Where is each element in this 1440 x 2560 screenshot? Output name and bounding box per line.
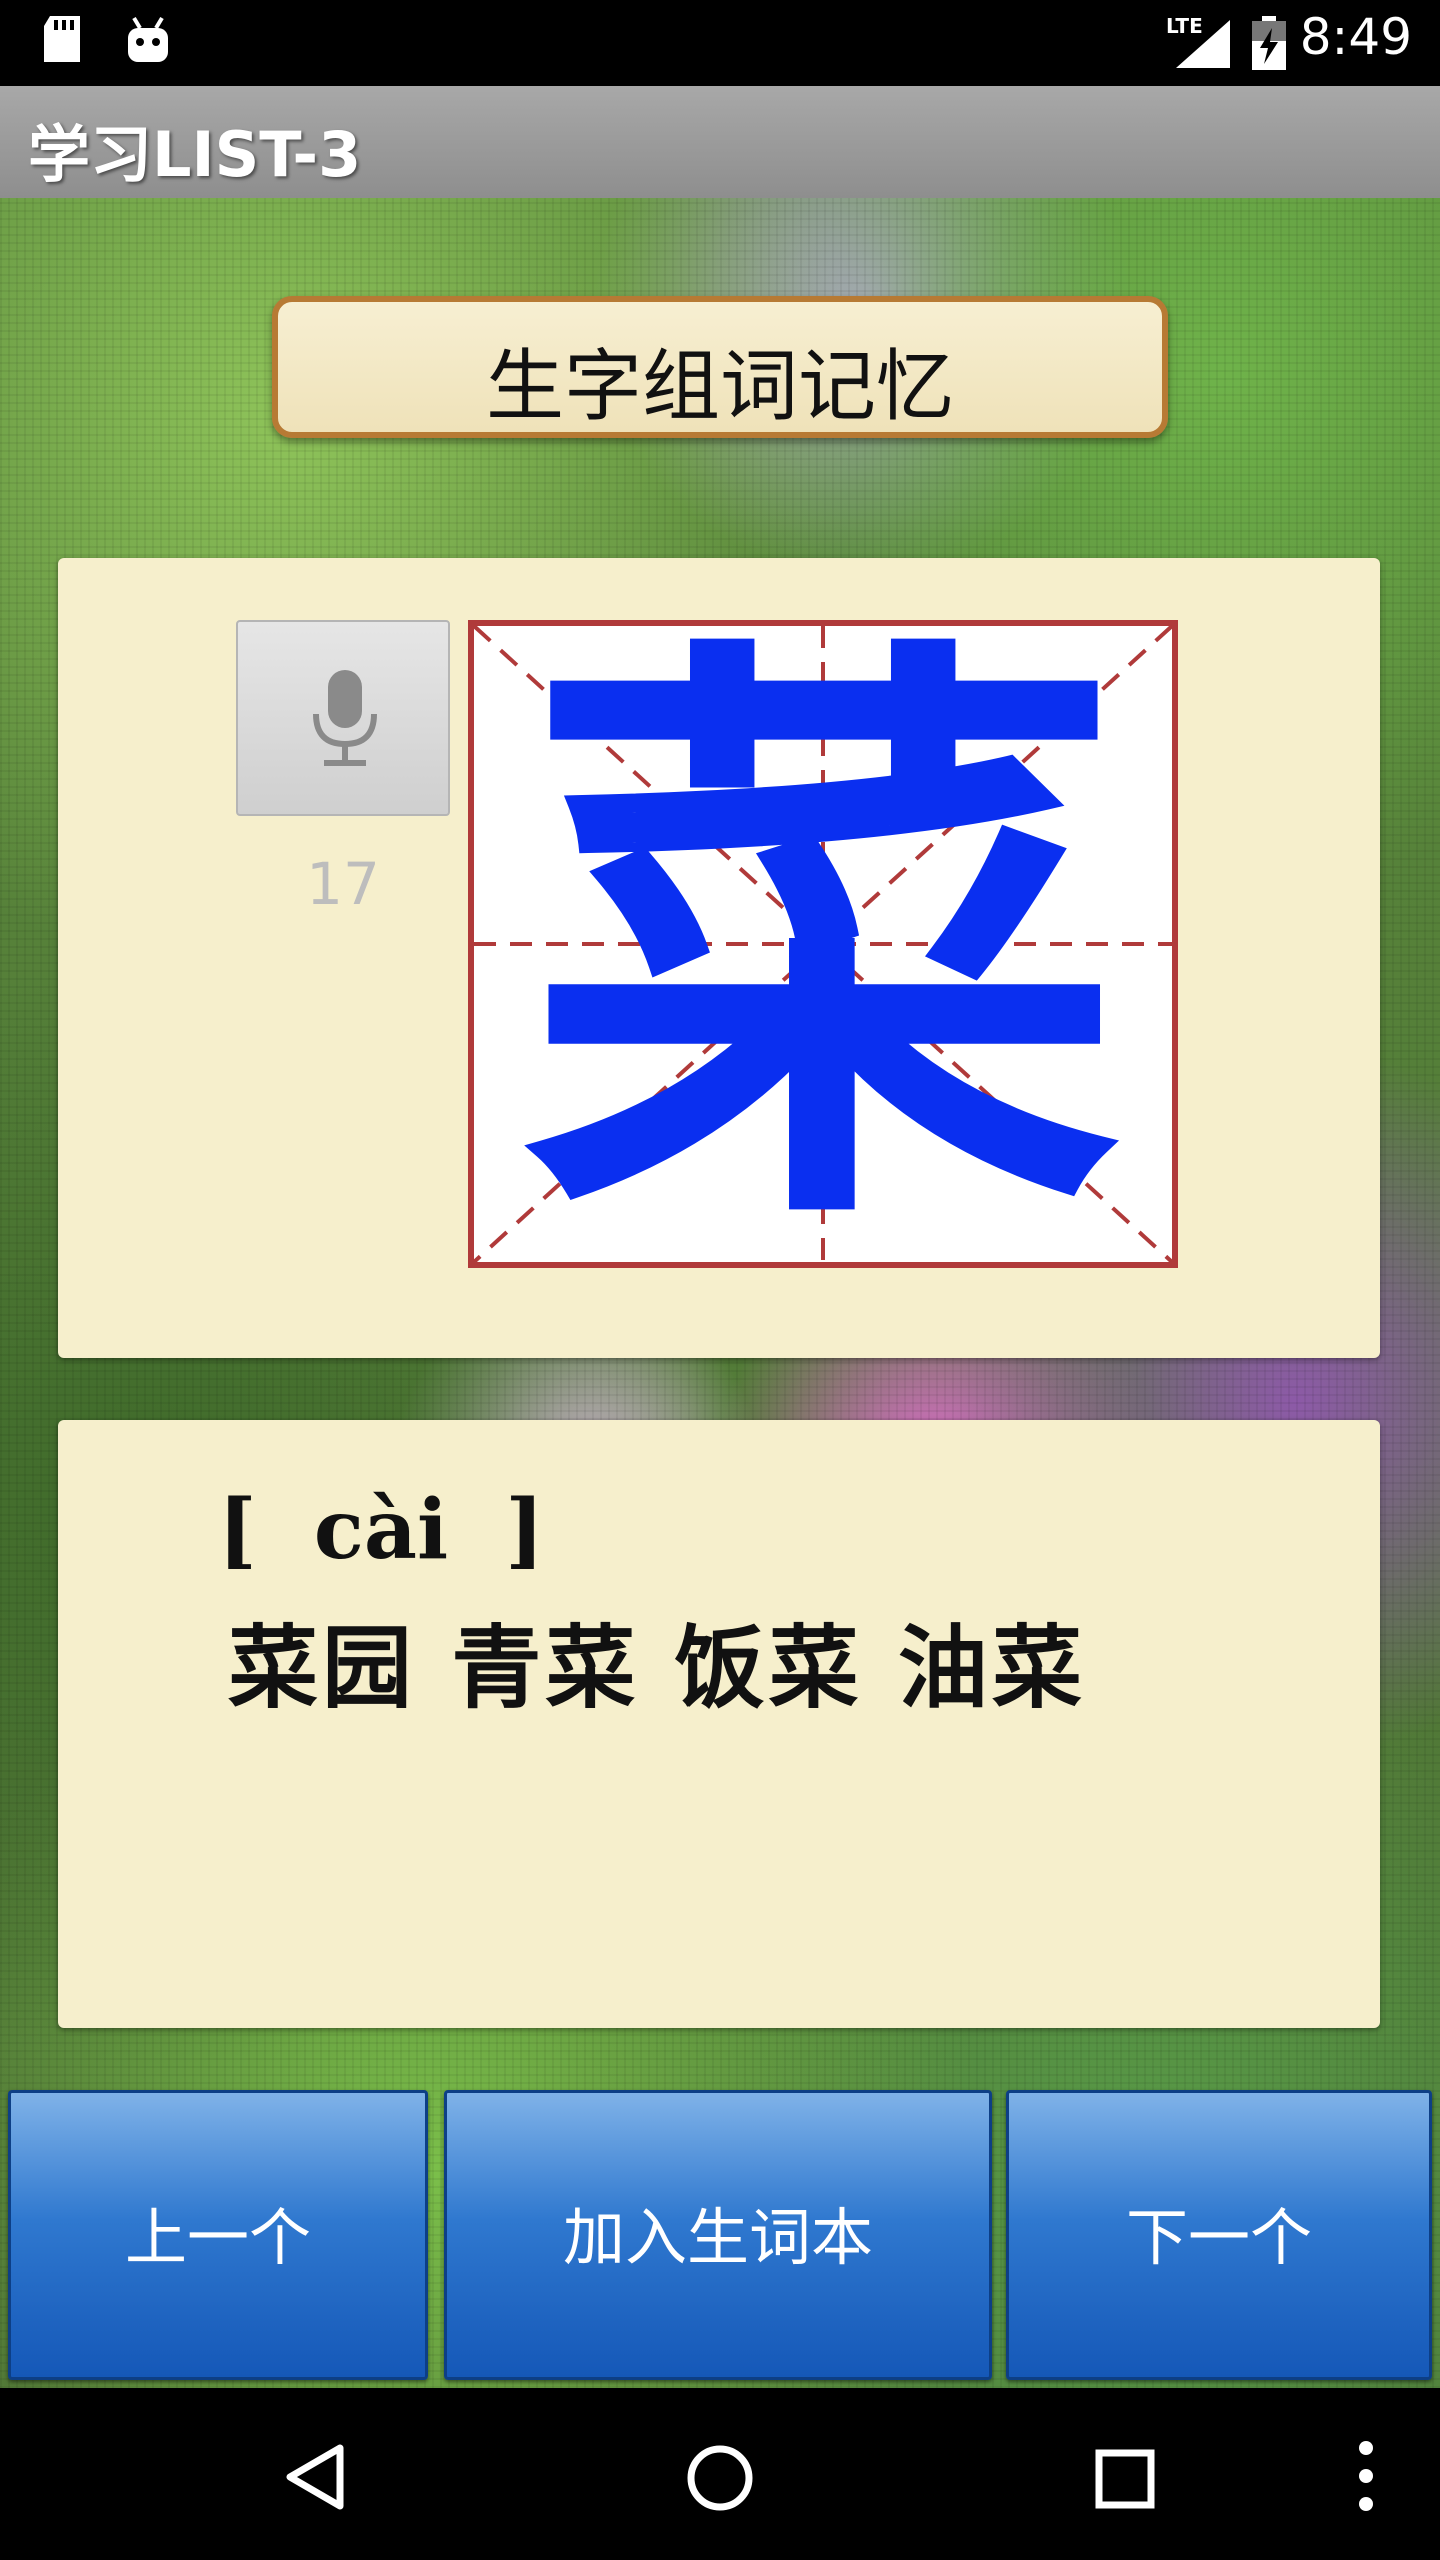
navigation-bar — [0, 2388, 1440, 2560]
overflow-menu-icon[interactable] — [1358, 2440, 1374, 2512]
microphone-icon — [313, 670, 377, 766]
stroke-count: 17 — [306, 850, 380, 918]
pronounce-button[interactable] — [236, 620, 450, 816]
sd-card-icon — [40, 16, 84, 70]
pinyin: [ cài ] — [218, 1482, 544, 1578]
character-grid: 菜 — [468, 620, 1178, 1268]
android-icon — [124, 16, 172, 70]
add-to-vocabulary-button[interactable]: 加入生词本 — [444, 2090, 992, 2380]
clock: 8:49 — [1299, 8, 1412, 66]
battery-charging-icon — [1252, 16, 1286, 74]
recents-icon[interactable] — [1094, 2448, 1156, 2510]
word-list: 菜园 青菜 饭菜 油菜 — [228, 1615, 1086, 1721]
home-icon[interactable] — [686, 2444, 754, 2512]
next-button[interactable]: 下一个 — [1006, 2090, 1432, 2380]
character-card: 17 菜 — [58, 558, 1380, 1358]
word-card: [ cài ] 菜园 青菜 饭菜 油菜 — [58, 1420, 1380, 2028]
action-bar: 学习LIST-3 — [0, 86, 1440, 198]
signal-icon — [1176, 20, 1230, 72]
hanzi-character: 菜 — [523, 589, 1123, 1294]
section-heading: 生字组词记忆 — [272, 296, 1168, 438]
action-bar-title: 学习LIST-3 — [28, 118, 362, 191]
back-icon[interactable] — [284, 2444, 346, 2510]
section-heading-text: 生字组词记忆 — [485, 342, 954, 432]
status-bar: LTE 8:49 — [0, 0, 1440, 86]
previous-button[interactable]: 上一个 — [8, 2090, 428, 2380]
